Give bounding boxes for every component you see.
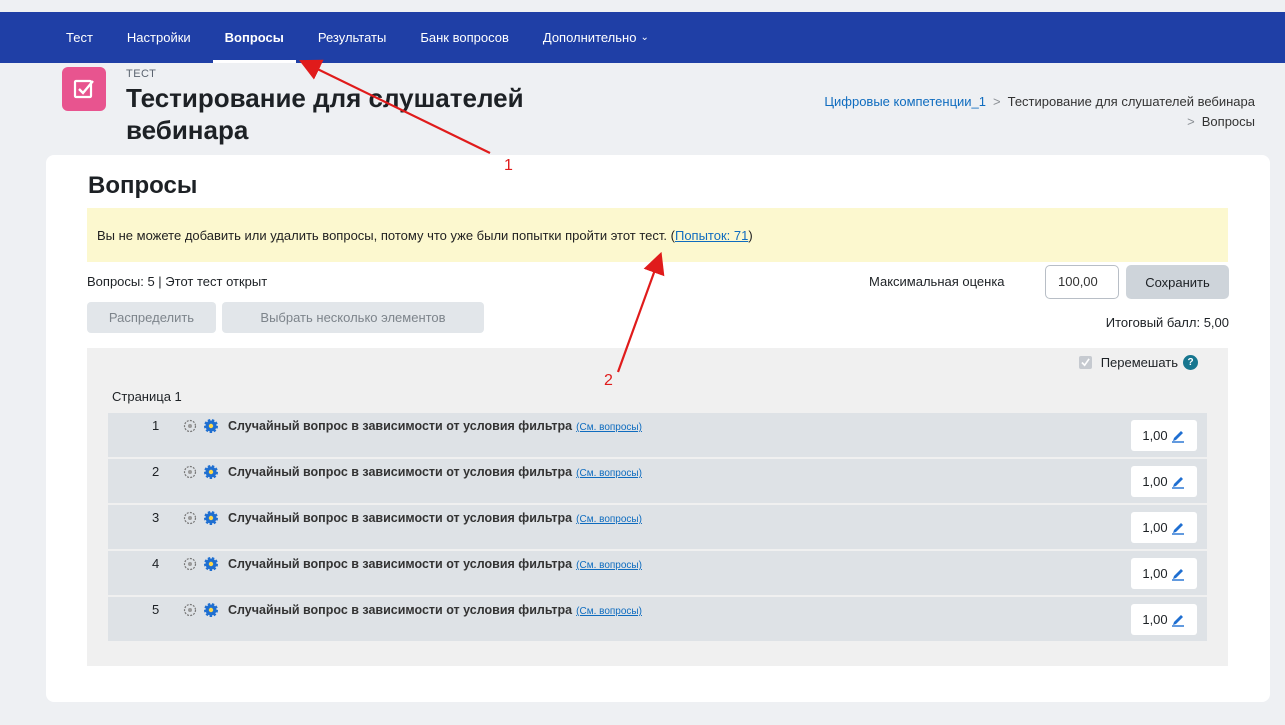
question-mark[interactable]: 1,00 bbox=[1131, 512, 1197, 543]
annotation-label-2: 2 bbox=[604, 372, 613, 389]
questions-section: Перемешать ? Страница 1 1 Случайный вопр… bbox=[87, 348, 1228, 666]
breadcrumb-current: Вопросы bbox=[1201, 114, 1255, 129]
repaginate-button[interactable]: Распределить bbox=[87, 302, 216, 333]
course-nav: Тест Настройки Вопросы Результаты Банк в… bbox=[0, 12, 1285, 63]
notice-text: Вы не можете добавить или удалить вопрос… bbox=[97, 227, 675, 243]
question-title: Случайный вопрос в зависимости от услови… bbox=[228, 557, 573, 571]
tab-settings-label: Настройки bbox=[126, 30, 191, 45]
gear-icon[interactable] bbox=[203, 510, 219, 526]
tab-settings[interactable]: Настройки bbox=[127, 12, 191, 63]
question-text: Случайный вопрос в зависимости от услови… bbox=[228, 511, 642, 525]
question-row: 5 Случайный вопрос в зависимости от усло… bbox=[108, 597, 1207, 641]
page-label: Страница 1 bbox=[112, 389, 182, 404]
shuffle-control: Перемешать ? bbox=[1078, 355, 1198, 370]
random-question-icon bbox=[183, 419, 197, 433]
question-text: Случайный вопрос в зависимости от услови… bbox=[228, 465, 642, 479]
gear-icon[interactable] bbox=[203, 464, 219, 480]
save-button[interactable]: Сохранить bbox=[1126, 265, 1229, 299]
chevron-down-icon: ⌄ bbox=[640, 32, 649, 43]
quiz-status: Вопросы: 5 | Этот тест открыт bbox=[87, 274, 268, 289]
shuffle-label: Перемешать bbox=[1100, 355, 1178, 370]
tab-questions[interactable]: Вопросы bbox=[212, 12, 297, 63]
page-title: Тестирование для слушателей вебинара bbox=[126, 83, 524, 145]
pencil-icon[interactable] bbox=[1170, 474, 1186, 490]
tab-more[interactable]: Дополнительно ⌄ bbox=[543, 12, 649, 63]
tab-quiz[interactable]: Тест bbox=[66, 12, 93, 63]
tab-question-bank[interactable]: Банк вопросов bbox=[420, 12, 509, 63]
random-question-icon bbox=[183, 465, 197, 479]
question-text: Случайный вопрос в зависимости от услови… bbox=[228, 557, 642, 571]
question-number: 4 bbox=[152, 556, 160, 571]
question-text: Случайный вопрос в зависимости от услови… bbox=[228, 419, 642, 433]
mark-value: 1,00 bbox=[1142, 520, 1168, 535]
view-questions-link[interactable]: (См. вопросы) bbox=[576, 514, 642, 525]
question-mark[interactable]: 1,00 bbox=[1131, 558, 1197, 589]
select-multiple-button[interactable]: Выбрать несколько элементов bbox=[222, 302, 484, 333]
question-row: 4 Случайный вопрос в зависимости от усло… bbox=[108, 551, 1207, 595]
tab-questions-label: Вопросы bbox=[224, 30, 284, 45]
mark-value: 1,00 bbox=[1142, 428, 1168, 443]
quiz-activity-icon bbox=[62, 67, 106, 111]
max-grade-label: Максимальная оценка bbox=[869, 274, 1005, 289]
view-questions-link[interactable]: (См. вопросы) bbox=[576, 606, 642, 617]
question-number: 3 bbox=[152, 510, 160, 525]
mark-value: 1,00 bbox=[1142, 612, 1168, 627]
view-questions-link[interactable]: (См. вопросы) bbox=[576, 560, 642, 571]
attempts-link[interactable]: Попыток: 71 bbox=[675, 228, 748, 243]
annotation-label-1: 1 bbox=[504, 157, 513, 174]
breadcrumb-separator-icon: > bbox=[1187, 114, 1195, 129]
pencil-icon[interactable] bbox=[1170, 566, 1186, 582]
question-title: Случайный вопрос в зависимости от услови… bbox=[228, 465, 573, 479]
random-question-icon bbox=[183, 603, 197, 617]
pencil-icon[interactable] bbox=[1170, 520, 1186, 536]
gear-icon[interactable] bbox=[203, 418, 219, 434]
attempts-notice: Вы не можете добавить или удалить вопрос… bbox=[87, 208, 1228, 262]
breadcrumb-separator-icon: > bbox=[993, 94, 1001, 109]
tab-question-bank-label: Банк вопросов bbox=[420, 30, 509, 45]
notice-end: ) bbox=[748, 227, 753, 243]
question-title: Случайный вопрос в зависимости от услови… bbox=[228, 419, 573, 433]
max-grade-input[interactable]: 100,00 bbox=[1045, 265, 1119, 299]
question-row: 2 Случайный вопрос в зависимости от усло… bbox=[108, 459, 1207, 503]
total-marks: Итоговый балл: 5,00 bbox=[1105, 315, 1229, 330]
mark-value: 1,00 bbox=[1142, 566, 1168, 581]
tab-results-label: Результаты bbox=[317, 30, 387, 45]
question-number: 5 bbox=[152, 602, 160, 617]
help-icon[interactable]: ? bbox=[1183, 355, 1198, 370]
question-number: 1 bbox=[152, 418, 160, 433]
gear-icon[interactable] bbox=[203, 602, 219, 618]
question-row: 3 Случайный вопрос в зависимости от усло… bbox=[108, 505, 1207, 549]
pencil-icon[interactable] bbox=[1170, 612, 1186, 628]
mark-value: 1,00 bbox=[1142, 474, 1168, 489]
tab-results[interactable]: Результаты bbox=[318, 12, 386, 63]
question-title: Случайный вопрос в зависимости от услови… bbox=[228, 511, 573, 525]
question-text: Случайный вопрос в зависимости от услови… bbox=[228, 603, 642, 617]
activity-type-label: ТЕСТ bbox=[126, 68, 157, 80]
question-mark[interactable]: 1,00 bbox=[1131, 420, 1197, 451]
view-questions-link[interactable]: (См. вопросы) bbox=[576, 422, 642, 433]
shuffle-checkbox[interactable] bbox=[1078, 356, 1092, 369]
question-title: Случайный вопрос в зависимости от услови… bbox=[228, 603, 573, 617]
breadcrumb: Цифровые компетенции_1 > Тестирование для … bbox=[695, 92, 1255, 132]
question-mark[interactable]: 1,00 bbox=[1131, 466, 1197, 497]
breadcrumb-course[interactable]: Цифровые компетенции_1 bbox=[824, 94, 986, 109]
tab-quiz-label: Тест bbox=[66, 30, 93, 45]
question-row: 1 Случайный вопрос в зависимости от усло… bbox=[108, 413, 1207, 457]
question-mark[interactable]: 1,00 bbox=[1131, 604, 1197, 635]
section-title: Вопросы bbox=[88, 172, 198, 199]
breadcrumb-quiz[interactable]: Тестирование для слушателей вебинара bbox=[1008, 94, 1255, 109]
random-question-icon bbox=[183, 511, 197, 525]
random-question-icon bbox=[183, 557, 197, 571]
main-card: Вопросы Вы не можете добавить или удалит… bbox=[46, 155, 1270, 702]
view-questions-link[interactable]: (См. вопросы) bbox=[576, 468, 642, 479]
pencil-icon[interactable] bbox=[1170, 428, 1186, 444]
tab-more-label: Дополнительно bbox=[542, 30, 637, 45]
question-number: 2 bbox=[152, 464, 160, 479]
gear-icon[interactable] bbox=[203, 556, 219, 572]
